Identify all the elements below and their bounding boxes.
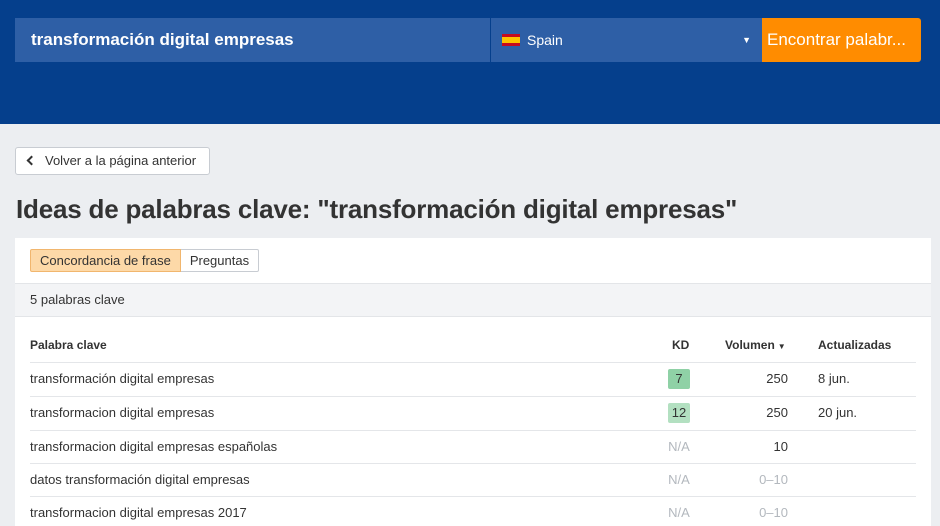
keyword-cell[interactable]: transformacion digital empresas 2017 <box>30 497 247 526</box>
table-row: datos transformación digital empresas N/… <box>30 463 916 496</box>
keyword-cell[interactable]: transformacion digital empresas <box>30 397 214 429</box>
sort-desc-icon: ▼ <box>777 342 786 351</box>
volume-cell: 250 <box>766 405 788 420</box>
column-header-volume[interactable]: Volumen ▼ <box>725 338 786 352</box>
tab-phrase-match[interactable]: Concordancia de frase <box>30 249 181 272</box>
table-row: transformación digital empresas 7 250 8 … <box>30 362 916 395</box>
kd-na: N/A <box>668 472 690 487</box>
keyword-cell[interactable]: datos transformación digital empresas <box>30 464 250 496</box>
table-row: transformacion digital empresas española… <box>30 430 916 463</box>
match-type-tabs: Concordancia de frase Preguntas <box>30 249 260 272</box>
volume-cell: 250 <box>766 371 788 386</box>
search-input[interactable]: transformación digital empresas <box>15 18 490 62</box>
country-label: Spain <box>527 32 563 48</box>
table-row: transformacion digital empresas 12 250 2… <box>30 396 916 429</box>
dropdown-caret-icon: ▼ <box>742 35 751 45</box>
kd-na: N/A <box>668 505 690 520</box>
volume-cell: 10 <box>773 439 788 454</box>
column-header-keyword[interactable]: Palabra clave <box>30 338 107 352</box>
column-header-volume-label: Volumen <box>725 338 775 352</box>
country-select[interactable]: Spain ▼ <box>491 18 762 62</box>
header-bar: transformación digital empresas Spain ▼ … <box>0 0 940 124</box>
page-title: Ideas de palabras clave: "transformación… <box>16 194 738 224</box>
find-keywords-button[interactable]: Encontrar palabr... <box>762 18 921 62</box>
volume-cell: 0–10 <box>759 505 788 520</box>
updated-cell: 8 jun. <box>818 371 850 386</box>
tab-questions[interactable]: Preguntas <box>180 249 260 272</box>
spain-flag-icon <box>502 34 520 46</box>
column-header-updated[interactable]: Actualizadas <box>818 338 891 352</box>
back-button[interactable]: Volver a la página anterior <box>15 147 210 175</box>
keyword-cell[interactable]: transformación digital empresas <box>30 363 214 395</box>
updated-cell: 20 jun. <box>818 405 858 420</box>
table-row: transformacion digital empresas 2017 N/A… <box>30 496 916 526</box>
column-header-kd[interactable]: KD <box>672 338 689 352</box>
back-button-label: Volver a la página anterior <box>45 153 197 168</box>
chevron-left-icon <box>26 155 37 166</box>
results-panel: Concordancia de frase Preguntas 5 palabr… <box>15 238 931 526</box>
kd-badge: 12 <box>668 403 690 423</box>
keyword-count: 5 palabras clave <box>15 283 931 317</box>
kd-badge: 7 <box>668 369 690 389</box>
volume-cell: 0–10 <box>759 472 788 487</box>
kd-na: N/A <box>668 439 690 454</box>
keyword-cell[interactable]: transformacion digital empresas española… <box>30 431 277 463</box>
